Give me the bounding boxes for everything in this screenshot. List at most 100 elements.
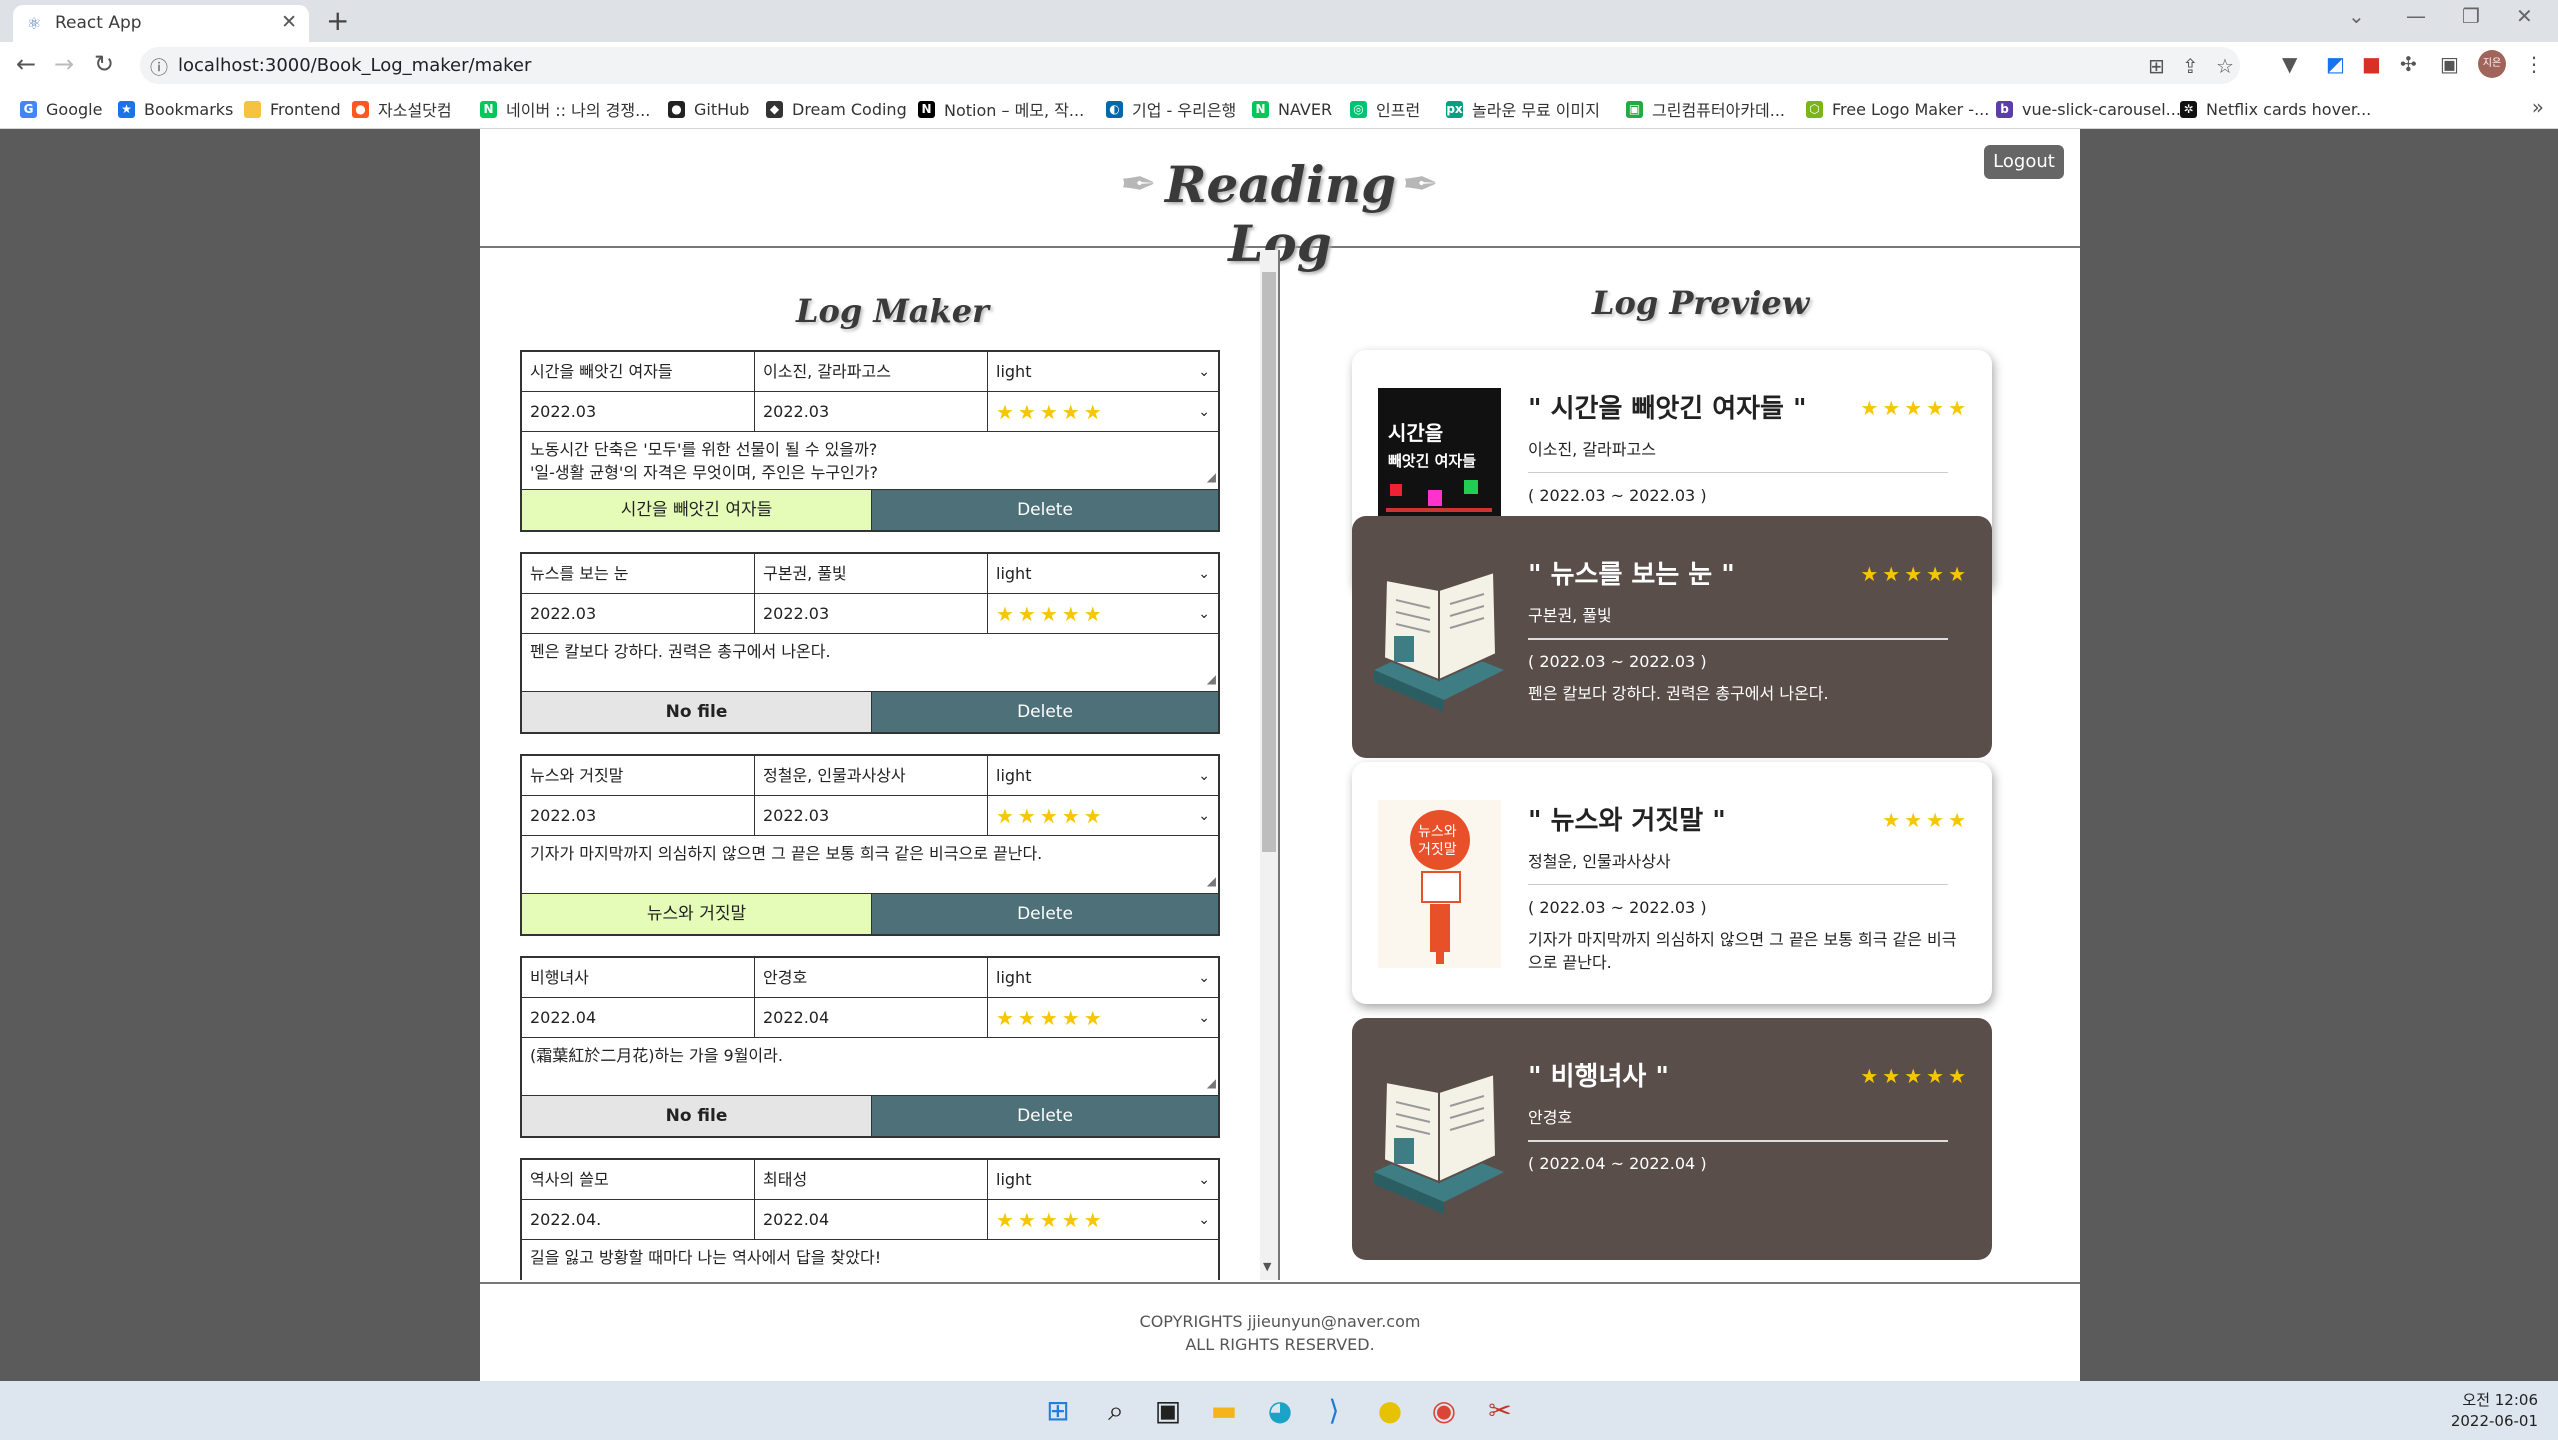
end-date-input[interactable]: 2022.04: [755, 1200, 988, 1239]
theme-select[interactable]: light ⌄: [988, 958, 1218, 997]
start-date-input[interactable]: 2022.03: [522, 392, 755, 431]
kakaotalk-icon[interactable]: ●: [1372, 1393, 1408, 1429]
profile-avatar[interactable]: 지은: [2478, 50, 2506, 78]
bookmark-item[interactable]: ★ Bookmarks: [118, 97, 233, 121]
resize-grip-icon[interactable]: ◢: [1207, 1274, 1216, 1280]
site-info-icon[interactable]: ⓘ: [150, 54, 168, 80]
bookmark-item[interactable]: ▣ 그린컴퓨터아카데...: [1626, 97, 1785, 121]
title-input[interactable]: 역사의 쓸모: [522, 1160, 755, 1199]
bookmark-item[interactable]: ✲ Netflix cards hover...: [2180, 97, 2371, 121]
author-input[interactable]: 안경호: [755, 958, 988, 997]
share-icon[interactable]: ⇪: [2182, 54, 2199, 78]
theme-select[interactable]: light ⌄: [988, 756, 1218, 795]
reload-icon[interactable]: ↻: [94, 50, 114, 78]
maker-scrollbar[interactable]: ▼: [1260, 250, 1278, 1280]
file-upload-button[interactable]: No file: [522, 1096, 872, 1136]
title-input[interactable]: 뉴스를 보는 눈: [522, 554, 755, 593]
comment-textarea[interactable]: 노동시간 단축은 '모두'를 위한 선물이 될 수 있을까? '일-생활 균형'…: [522, 432, 1218, 490]
bookmark-star-icon[interactable]: ☆: [2216, 54, 2234, 78]
file-upload-button[interactable]: 뉴스와 거짓말: [522, 894, 872, 934]
snipping-tool-icon[interactable]: ✂: [1482, 1393, 1518, 1429]
rating-select[interactable]: ★★★★★ ⌄: [988, 1200, 1218, 1239]
end-date-input[interactable]: 2022.03: [755, 594, 988, 633]
rating-select[interactable]: ★★★★★ ⌄: [988, 796, 1218, 835]
address-bar[interactable]: ⓘ localhost:3000/Book_Log_maker/maker ⊞ …: [140, 47, 2240, 84]
comment-textarea[interactable]: (霜葉紅於二月花)하는 가을 9월이라. ◢: [522, 1038, 1218, 1096]
start-date-input[interactable]: 2022.03: [522, 796, 755, 835]
bookmark-item[interactable]: N NAVER: [1252, 97, 1332, 121]
chrome-icon[interactable]: ◉: [1426, 1393, 1462, 1429]
restore-button[interactable]: ❐: [2462, 4, 2480, 28]
theme-select[interactable]: light ⌄: [988, 352, 1218, 391]
author-input[interactable]: 최태성: [755, 1160, 988, 1199]
author-input[interactable]: 정철운, 인물과사상사: [755, 756, 988, 795]
start-date-input[interactable]: 2022.04: [522, 998, 755, 1037]
side-panel-icon[interactable]: ▣: [2440, 52, 2459, 76]
bookmark-item[interactable]: px 놀라운 무료 이미지: [1446, 97, 1600, 121]
end-date-input[interactable]: 2022.04: [755, 998, 988, 1037]
title-input[interactable]: 뉴스와 거짓말: [522, 756, 755, 795]
bookmark-item[interactable]: N Notion – 메모, 작...: [918, 97, 1084, 121]
extension-icon[interactable]: ◩: [2326, 52, 2345, 76]
bookmark-item[interactable]: ● GitHub: [668, 97, 749, 121]
bookmark-item[interactable]: ● 자소설닷컴: [352, 97, 452, 121]
delete-button[interactable]: Delete: [872, 692, 1218, 732]
close-window-button[interactable]: ✕: [2516, 4, 2533, 28]
logout-button[interactable]: Logout: [1984, 145, 2064, 179]
resize-grip-icon[interactable]: ◢: [1207, 466, 1216, 489]
back-icon[interactable]: ←: [16, 50, 36, 78]
delete-button[interactable]: Delete: [872, 894, 1218, 934]
title-input[interactable]: 비행녀사: [522, 958, 755, 997]
author-input[interactable]: 이소진, 갈라파고스: [755, 352, 988, 391]
file-upload-button[interactable]: No file: [522, 692, 872, 732]
close-tab-icon[interactable]: ✕: [281, 11, 297, 33]
bookmark-item[interactable]: ⬡ Free Logo Maker -...: [1806, 97, 1989, 121]
bookmark-item[interactable]: Frontend: [244, 97, 341, 121]
rating-select[interactable]: ★★★★★ ⌄: [988, 392, 1218, 431]
translate-icon[interactable]: ⊞: [2148, 54, 2165, 78]
system-clock[interactable]: 오전 12:06 2022-06-01: [2451, 1390, 2538, 1432]
resize-grip-icon[interactable]: ◢: [1207, 870, 1216, 893]
theme-select[interactable]: light ⌄: [988, 1160, 1218, 1199]
task-view-icon[interactable]: ▣: [1150, 1393, 1186, 1429]
author-input[interactable]: 구본권, 풀빛: [755, 554, 988, 593]
search-icon[interactable]: ⌕: [1098, 1393, 1134, 1429]
bookmark-item[interactable]: N 네이버 :: 나의 경쟁...: [480, 97, 650, 121]
bookmark-item[interactable]: b vue-slick-carousel...: [1996, 97, 2181, 121]
bookmark-item[interactable]: G Google: [20, 97, 102, 121]
end-date-input[interactable]: 2022.03: [755, 796, 988, 835]
bookmark-item[interactable]: ◆ Dream Coding: [766, 97, 907, 121]
resize-grip-icon[interactable]: ◢: [1207, 668, 1216, 691]
windows-start-icon[interactable]: ⊞: [1040, 1393, 1076, 1429]
file-upload-button[interactable]: 시간을 빼앗긴 여자들: [522, 490, 872, 530]
comment-textarea[interactable]: 길을 잃고 방황할 때마다 나는 역사에서 답을 찾았다! ◢: [522, 1240, 1218, 1280]
bookmark-item[interactable]: ◐ 기업 - 우리은행: [1106, 97, 1236, 121]
new-tab-button[interactable]: +: [326, 4, 349, 37]
comment-textarea[interactable]: 펜은 칼보다 강하다. 권력은 총구에서 나온다. ◢: [522, 634, 1218, 692]
minimize-button[interactable]: —: [2406, 4, 2426, 28]
delete-button[interactable]: Delete: [872, 1096, 1218, 1136]
browser-tab[interactable]: ⚛ React App ✕: [13, 5, 309, 42]
menu-kebab-icon[interactable]: ⋮: [2524, 52, 2544, 76]
extensions-puzzle-icon[interactable]: ✣: [2400, 52, 2417, 76]
title-input[interactable]: 시간을 빼앗긴 여자들: [522, 352, 755, 391]
tab-search-icon[interactable]: ⌄: [2348, 4, 2365, 28]
preview-card[interactable]: " 비행녀사 " ★★★★★ 안경호 ( 2022.04 ~ 2022.04 ): [1352, 1018, 1992, 1260]
file-explorer-icon[interactable]: ▬: [1206, 1393, 1242, 1429]
start-date-input[interactable]: 2022.04.: [522, 1200, 755, 1239]
extension-red-icon[interactable]: ■: [2362, 52, 2381, 76]
comment-textarea[interactable]: 기자가 마지막까지 의심하지 않으면 그 끝은 보통 희극 같은 비극으로 끝난…: [522, 836, 1218, 894]
end-date-input[interactable]: 2022.03: [755, 392, 988, 431]
forward-icon[interactable]: →: [54, 50, 74, 78]
vue-devtools-icon[interactable]: ▼: [2282, 52, 2297, 76]
bookmark-item[interactable]: ◎ 인프런: [1350, 97, 1420, 121]
maker-scroll-thumb[interactable]: [1262, 272, 1276, 852]
resize-grip-icon[interactable]: ◢: [1207, 1072, 1216, 1095]
delete-button[interactable]: Delete: [872, 490, 1218, 530]
more-bookmarks-icon[interactable]: »: [2532, 95, 2544, 119]
preview-card[interactable]: " 뉴스를 보는 눈 " ★★★★★ 구본권, 풀빛 ( 2022.03 ~ 2022…: [1352, 516, 1992, 758]
rating-select[interactable]: ★★★★★ ⌄: [988, 594, 1218, 633]
scroll-down-arrow-icon[interactable]: ▼: [1263, 1260, 1271, 1273]
rating-select[interactable]: ★★★★★ ⌄: [988, 998, 1218, 1037]
edge-icon[interactable]: ◕: [1262, 1393, 1298, 1429]
